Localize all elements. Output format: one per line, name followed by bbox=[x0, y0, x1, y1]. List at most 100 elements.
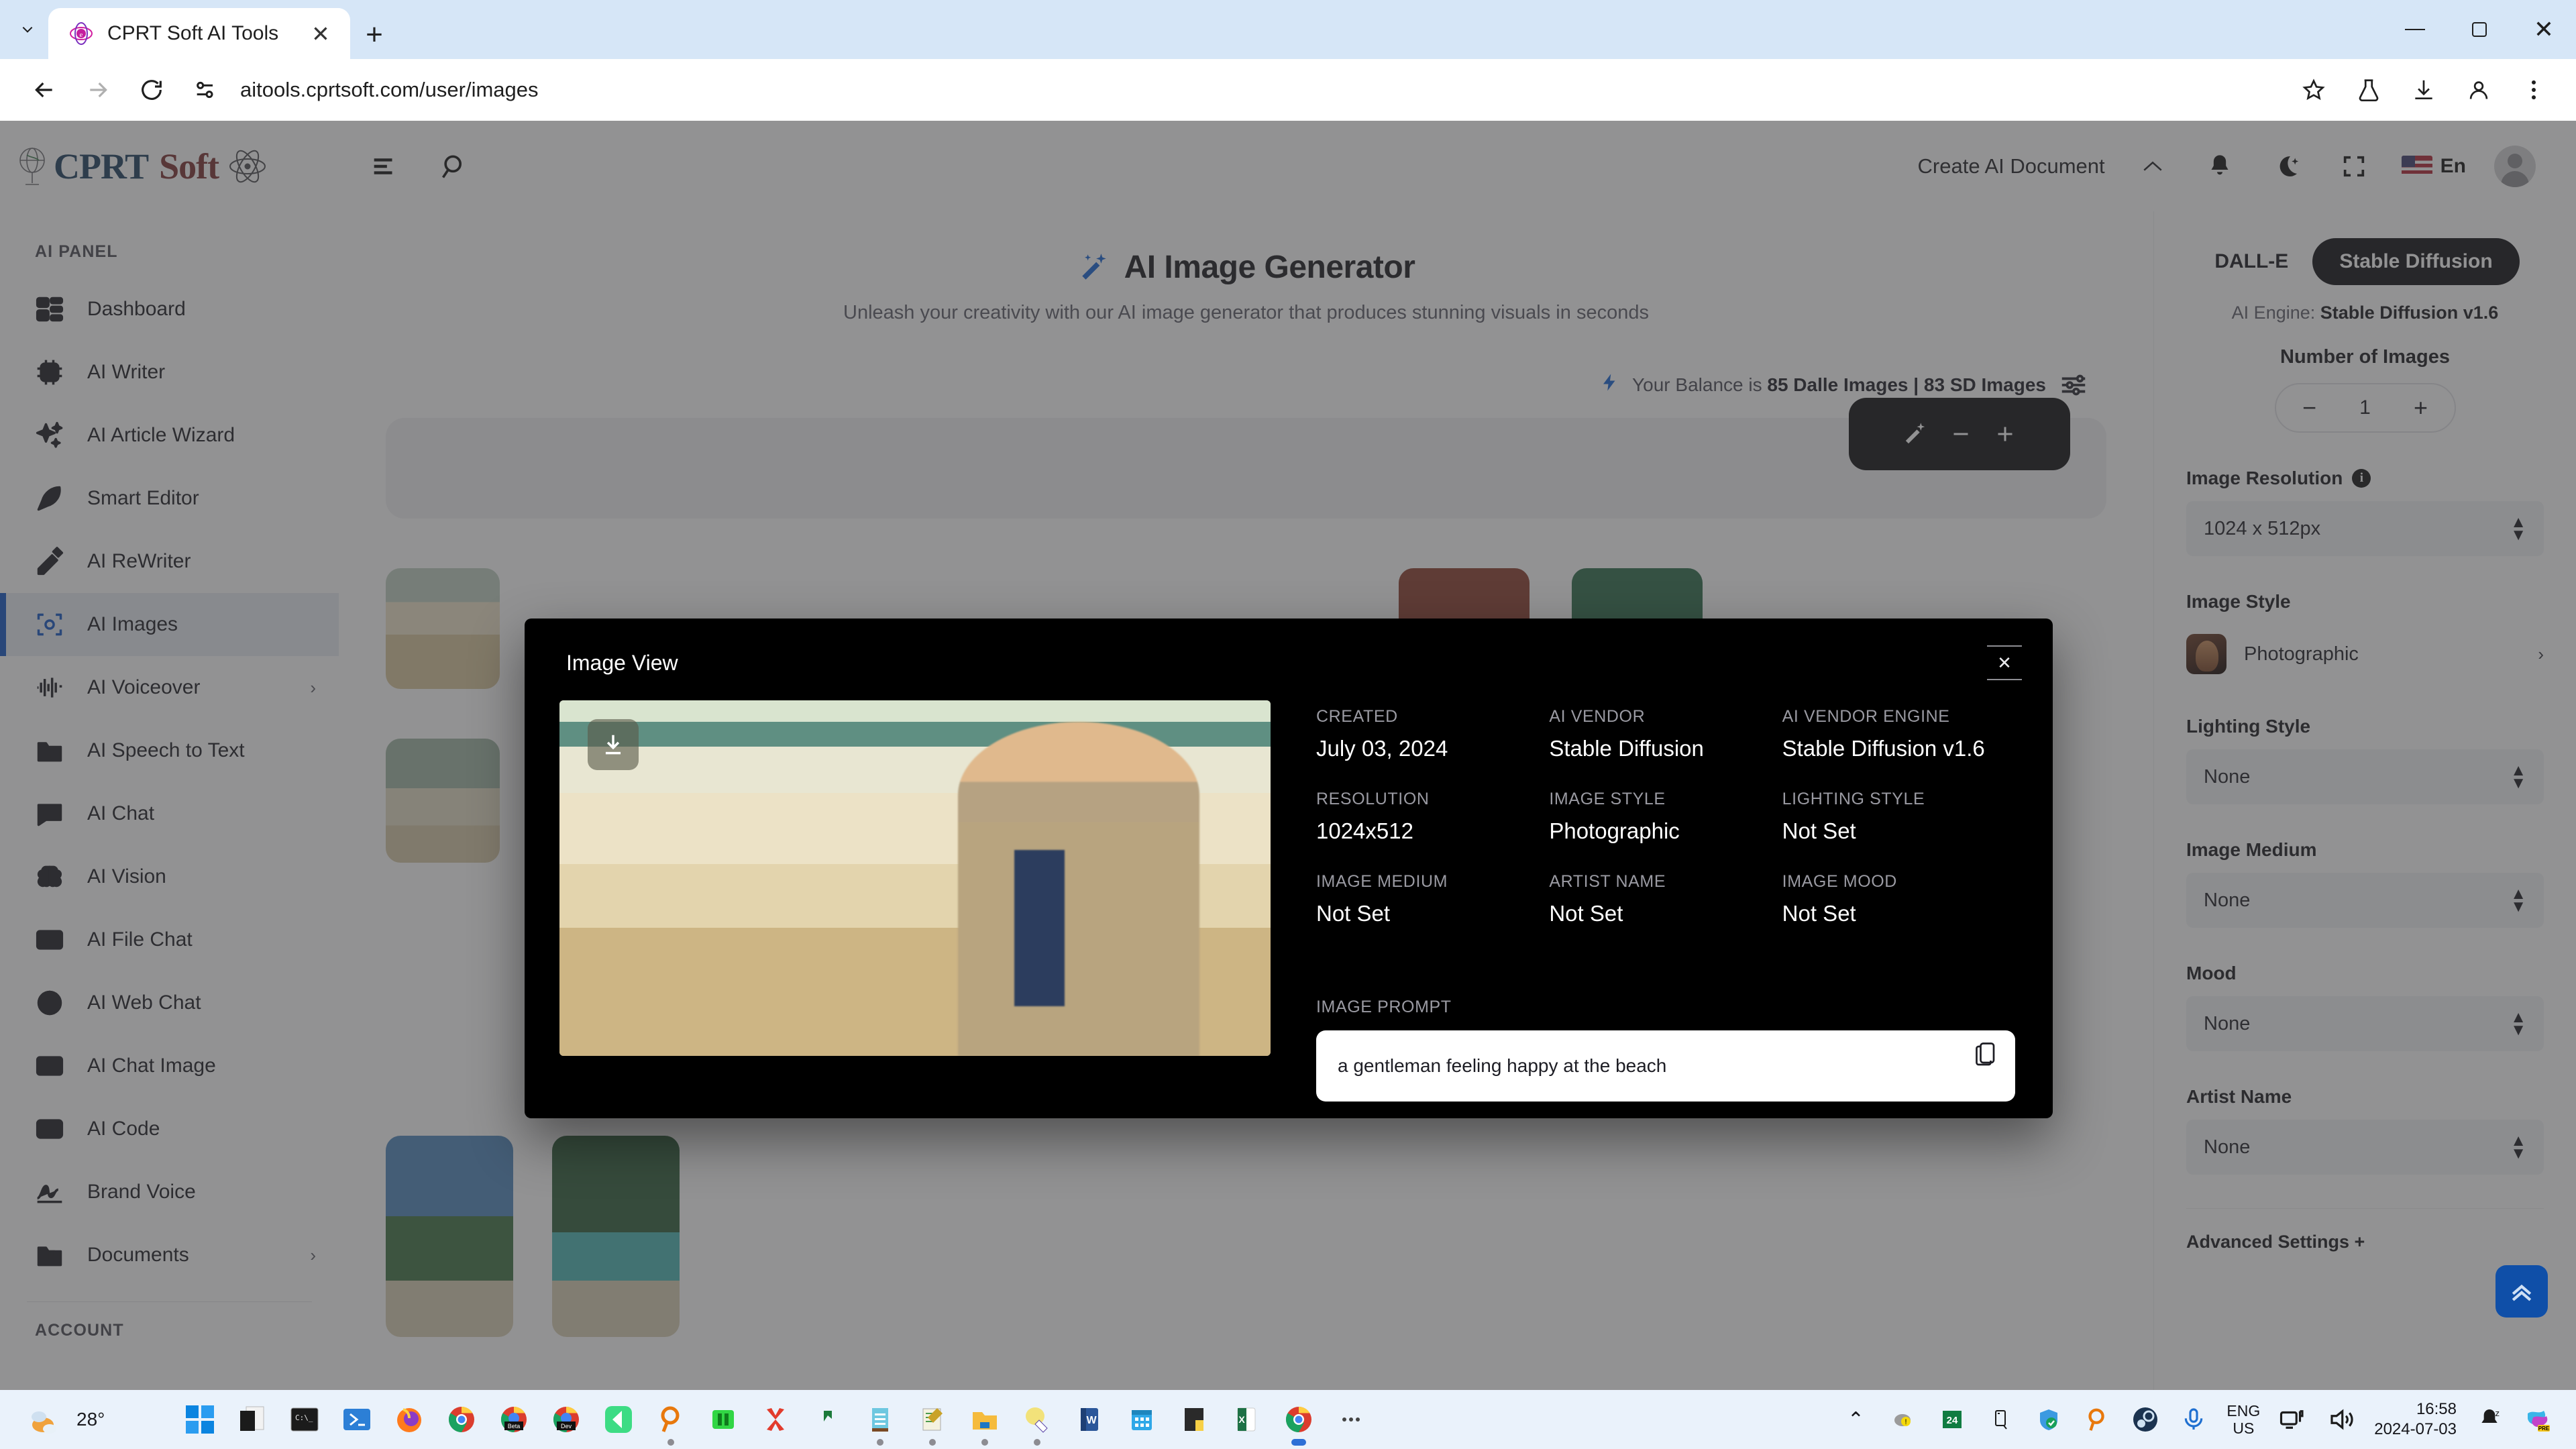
window-close-button[interactable]: ✕ bbox=[2512, 0, 2576, 59]
paint-icon[interactable] bbox=[1018, 1401, 1056, 1446]
omnibox-actions bbox=[2292, 68, 2556, 112]
chrome-active-icon[interactable] bbox=[1280, 1401, 1318, 1446]
profile-icon[interactable] bbox=[2457, 68, 2501, 112]
new-tab-button[interactable]: + bbox=[350, 11, 398, 59]
tab-close-icon[interactable]: ✕ bbox=[306, 19, 335, 48]
tab-strip: e CPRT Soft AI Tools ✕ + ✕ bbox=[0, 0, 2576, 59]
omnibox-bar: aitools.cprtsoft.com/user/images bbox=[0, 59, 2576, 121]
folder-icon[interactable] bbox=[966, 1401, 1004, 1446]
keyboard-language-region: US bbox=[2233, 1419, 2255, 1437]
search-orange-icon[interactable] bbox=[2082, 1404, 2112, 1435]
tray-overflow-icon[interactable]: ⌃ bbox=[1840, 1404, 1871, 1435]
xml-red-icon[interactable] bbox=[757, 1401, 794, 1438]
modal-preview-image bbox=[559, 700, 1271, 1056]
metadata-value: Not Set bbox=[1316, 901, 1391, 926]
notes-icon[interactable] bbox=[914, 1401, 951, 1446]
vscode-icon[interactable] bbox=[600, 1401, 637, 1438]
metadata-value: Photographic bbox=[1549, 818, 1680, 843]
image-prompt-value: a gentleman feeling happy at the beach bbox=[1338, 1055, 1667, 1076]
reload-icon[interactable] bbox=[127, 66, 176, 114]
metadata-key: ARTIST NAME bbox=[1549, 872, 1666, 891]
focus-icon[interactable]: z bbox=[2474, 1404, 2505, 1435]
defender-icon[interactable] bbox=[2033, 1404, 2064, 1435]
chrome-dev-icon[interactable]: Dev bbox=[547, 1401, 585, 1438]
notebook-icon[interactable] bbox=[861, 1401, 899, 1446]
browser-tab[interactable]: e CPRT Soft AI Tools ✕ bbox=[48, 8, 350, 59]
scroll-to-top-button[interactable] bbox=[2496, 1265, 2548, 1318]
svg-text:W: W bbox=[1086, 1415, 1097, 1426]
bookmark-star-icon[interactable] bbox=[2292, 68, 2336, 112]
window-controls: ✕ bbox=[2383, 0, 2576, 59]
clock[interactable]: 16:58 2024-07-03 bbox=[2374, 1399, 2457, 1440]
calendar-icon[interactable] bbox=[1123, 1401, 1161, 1438]
weather-temperature: 28° bbox=[76, 1409, 105, 1430]
powershell-icon[interactable] bbox=[338, 1401, 376, 1438]
metadata-value: Not Set bbox=[1782, 901, 1856, 926]
metadata-value: Not Set bbox=[1782, 818, 1856, 843]
download-button[interactable] bbox=[588, 719, 639, 770]
address-bar-url[interactable]: aitools.cprtsoft.com/user/images bbox=[236, 78, 2286, 102]
modal-close-button[interactable]: ✕ bbox=[1987, 645, 2022, 680]
metadata-key: AI VENDOR ENGINE bbox=[1782, 707, 1950, 726]
downloads-icon[interactable] bbox=[2402, 68, 2446, 112]
mic-icon[interactable] bbox=[2178, 1404, 2209, 1435]
more-icon[interactable] bbox=[1332, 1401, 1370, 1438]
metadata-cell: AI VENDOR Stable Diffusion bbox=[1549, 707, 1782, 761]
cloud-warning-icon[interactable]: ! bbox=[1888, 1404, 1919, 1435]
browser-chrome: e CPRT Soft AI Tools ✕ + ✕ aitools.cprts… bbox=[0, 0, 2576, 121]
modal-title: Image View bbox=[566, 651, 678, 675]
tab-title: CPRT Soft AI Tools bbox=[107, 22, 279, 44]
svg-text:e: e bbox=[80, 31, 83, 39]
volume-icon[interactable] bbox=[2326, 1404, 2357, 1435]
metadata-value: 1024x512 bbox=[1316, 818, 1413, 843]
screen: e CPRT Soft AI Tools ✕ + ✕ aitools.cprts… bbox=[0, 0, 2576, 1449]
green-app-icon[interactable] bbox=[704, 1401, 742, 1438]
svg-text:24: 24 bbox=[1947, 1415, 1958, 1426]
windows-taskbar: 28° C:\_ Beta Dev W X ⌃ ! 24 ENG US 16:5… bbox=[0, 1390, 2576, 1449]
metadata-cell: CREATED July 03, 2024 bbox=[1316, 707, 1549, 761]
metadata-value: Stable Diffusion bbox=[1549, 736, 1704, 761]
start-icon[interactable] bbox=[181, 1401, 219, 1438]
steam-icon[interactable] bbox=[2130, 1404, 2161, 1435]
chrome-icon[interactable] bbox=[443, 1401, 480, 1438]
green-arrow-icon[interactable] bbox=[809, 1401, 847, 1438]
search-orange-icon[interactable] bbox=[652, 1401, 690, 1446]
metadata-cell: LIGHTING STYLE Not Set bbox=[1782, 790, 2015, 844]
metadata-cell: IMAGE MEDIUM Not Set bbox=[1316, 872, 1549, 926]
metadata-key: IMAGE STYLE bbox=[1549, 790, 1666, 808]
terminal-icon[interactable]: C:\_ bbox=[286, 1401, 323, 1438]
calendar-24-icon[interactable]: 24 bbox=[1937, 1404, 1968, 1435]
copy-icon[interactable] bbox=[1974, 1040, 1998, 1069]
copilot-pre-icon[interactable]: PRE bbox=[2522, 1404, 2553, 1435]
task-view-icon[interactable] bbox=[233, 1401, 271, 1438]
window-maximize-button[interactable] bbox=[2447, 0, 2512, 59]
metadata-key: CREATED bbox=[1316, 707, 1398, 726]
tab-search-chevron-icon[interactable] bbox=[7, 0, 48, 59]
sticky-notes-icon[interactable] bbox=[1175, 1401, 1213, 1438]
chrome-beta-icon[interactable]: Beta bbox=[495, 1401, 533, 1438]
svg-text:Dev: Dev bbox=[561, 1423, 572, 1430]
chrome-menu-icon[interactable] bbox=[2512, 68, 2556, 112]
metadata-cell: IMAGE STYLE Photographic bbox=[1549, 790, 1782, 844]
usb-icon[interactable] bbox=[1985, 1404, 2016, 1435]
image-prompt-box[interactable]: a gentleman feeling happy at the beach bbox=[1316, 1030, 2015, 1102]
excel-icon[interactable]: X bbox=[1228, 1401, 1265, 1438]
image-prompt-section: IMAGE PROMPT a gentleman feeling happy a… bbox=[1316, 998, 2015, 1102]
keyboard-language[interactable]: ENG US bbox=[2226, 1402, 2260, 1438]
window-minimize-button[interactable] bbox=[2383, 0, 2447, 59]
svg-text:PRE: PRE bbox=[2538, 1426, 2550, 1432]
image-view-modal: Image View ✕ CREATED July 03, 2024 AI VEND… bbox=[525, 619, 2053, 1118]
weather-widget[interactable]: 28° bbox=[0, 1402, 181, 1437]
forward-icon[interactable] bbox=[74, 66, 122, 114]
firefox-icon[interactable] bbox=[390, 1401, 428, 1438]
word-icon[interactable]: W bbox=[1071, 1401, 1108, 1438]
metadata-key: AI VENDOR bbox=[1549, 707, 1646, 726]
labs-flask-icon[interactable] bbox=[2347, 68, 2391, 112]
display-icon[interactable] bbox=[2277, 1404, 2308, 1435]
site-settings-icon[interactable] bbox=[181, 66, 231, 114]
metadata-key: IMAGE MOOD bbox=[1782, 872, 1897, 891]
metadata-key: LIGHTING STYLE bbox=[1782, 790, 1925, 808]
back-icon[interactable] bbox=[20, 66, 68, 114]
metadata-cell: IMAGE MOOD Not Set bbox=[1782, 872, 2015, 926]
taskbar-apps: C:\_ Beta Dev W X bbox=[181, 1401, 1370, 1446]
